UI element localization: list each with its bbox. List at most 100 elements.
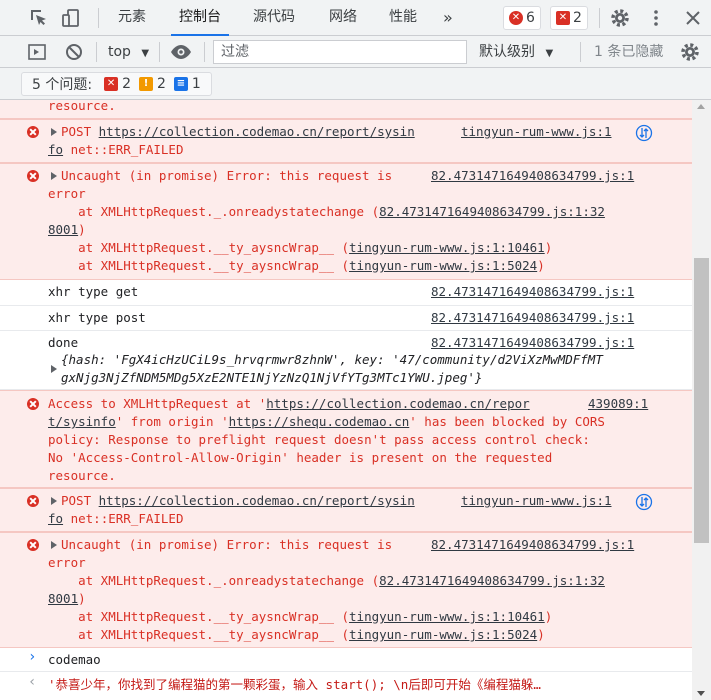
message-text: No 'Access-Control-Allow-Origin' header … — [48, 450, 553, 465]
dropdown-arrow-icon: ▼ — [545, 48, 554, 59]
stack-frame: at XMLHttpRequest.__ty_aysncWrap__ (ting… — [48, 240, 553, 255]
network-request-icon[interactable] — [635, 493, 653, 511]
scroll-down-arrow-icon[interactable] — [697, 691, 705, 696]
issue-count-badge[interactable]: ✕ 2 — [550, 6, 588, 30]
stack-frame-link[interactable]: tingyun-rum-www.js:1:5024 — [349, 258, 537, 273]
issues-error-count: 2 — [122, 76, 131, 92]
message-text: xhr type post — [48, 310, 146, 325]
console-scrollbar[interactable] — [692, 100, 711, 700]
message-text: policy: Response to preflight request do… — [48, 432, 590, 447]
message-text: fo net::ERR_FAILED — [48, 511, 184, 526]
request-url-link[interactable]: t/sysinfo — [48, 414, 116, 429]
console-error-message: Uncaught (in promise) Error: this reques… — [0, 163, 692, 280]
inspect-element-icon[interactable] — [28, 7, 50, 29]
tab-network[interactable]: 网络 — [329, 0, 357, 35]
console-error-message: POST https://collection.codemao.cn/repor… — [0, 488, 692, 532]
stack-frame-link[interactable]: tingyun-rum-www.js:1:10461 — [349, 240, 545, 255]
console-error-message: Access to XMLHttpRequest at 'https://col… — [0, 390, 692, 488]
tabbar-divider — [599, 8, 600, 28]
error-circle-icon: ✕ — [509, 11, 523, 25]
request-url-link[interactable]: https://collection.codemao.cn/report/sys… — [99, 124, 415, 139]
message-text: xhr type get — [48, 284, 139, 299]
expand-triangle-icon[interactable] — [51, 497, 57, 505]
sidebar-toggle-icon[interactable] — [26, 41, 48, 63]
source-link[interactable]: 82.4731471649408634799.js:1 — [431, 334, 634, 352]
source-link[interactable]: 82.4731471649408634799.js:1 — [431, 309, 634, 327]
tab-performance[interactable]: 性能 — [389, 0, 417, 35]
request-url-link[interactable]: fo — [48, 511, 63, 526]
scroll-up-arrow-icon[interactable] — [697, 104, 705, 109]
expand-triangle-icon[interactable] — [51, 172, 57, 180]
source-link[interactable]: 82.4731471649408634799.js:1 — [431, 283, 634, 301]
tab-sources[interactable]: 源代码 — [253, 0, 295, 35]
stack-frame: 8001) — [48, 591, 86, 606]
stack-frame-link[interactable]: tingyun-rum-www.js:1:10461 — [349, 609, 545, 624]
settings-gear-icon[interactable] — [609, 7, 631, 29]
expand-triangle-icon[interactable] — [51, 365, 57, 373]
dropdown-arrow-icon: ▼ — [141, 48, 150, 59]
message-text: Uncaught (in promise) Error: this reques… — [61, 537, 393, 552]
tab-elements[interactable]: 元素 — [118, 0, 146, 35]
issue-info-icon: ≡ — [173, 77, 188, 91]
console-error-message: resource. — [0, 100, 692, 119]
message-text: POST https://collection.codemao.cn/repor… — [61, 493, 415, 508]
context-selector[interactable]: top ▼ — [108, 42, 149, 62]
source-link[interactable]: tingyun-rum-www.js:1 — [461, 123, 612, 141]
stack-frame-link[interactable]: 82.4731471649408634799.js:1:32 — [379, 573, 605, 588]
request-url-link[interactable]: fo — [48, 142, 63, 157]
stack-frame-link[interactable]: tingyun-rum-www.js:1:5024 — [349, 627, 537, 642]
device-toolbar-icon[interactable] — [60, 7, 82, 29]
prompt-chevron-icon: › — [28, 649, 37, 665]
hidden-count: 1 条已隐藏 — [594, 44, 664, 60]
message-text: fo net::ERR_FAILED — [48, 142, 184, 157]
source-link[interactable]: 82.4731471649408634799.js:1 — [431, 167, 634, 185]
more-options-icon[interactable] — [645, 7, 667, 29]
stack-frame: 8001) — [48, 222, 86, 237]
issues-button[interactable]: 5 个问题: ✕ 2 ! 2 ≡ 1 — [21, 72, 212, 96]
issues-bar: 5 个问题: ✕ 2 ! 2 ≡ 1 — [0, 68, 711, 100]
message-text: t/sysinfo' from origin 'https://shequ.co… — [48, 414, 605, 429]
issues-label: 5 个问题: — [32, 77, 93, 93]
more-tabs-button[interactable]: » — [443, 0, 453, 35]
origin-link[interactable]: https://shequ.codemao.cn — [229, 414, 410, 429]
issues-warning-count: 2 — [157, 76, 166, 92]
console-toolbar: top ▼ 默认级别 ▼ 1 条已隐藏 — [0, 36, 711, 68]
stack-frame-link[interactable]: 8001 — [48, 222, 78, 237]
devtools-tabbar: 元素 控制台 源代码 网络 性能 » ✕ 6 ✕ 2 — [0, 0, 711, 36]
issue-error-icon: ✕ — [104, 77, 119, 91]
object-preview[interactable]: {hash: 'FgX4icHzUCiL9s_hrvqrmwr8zhnW', k… — [61, 351, 603, 369]
tab-console[interactable]: 控制台 — [171, 0, 229, 36]
stack-frame-link[interactable]: 82.4731471649408634799.js:1:32 — [379, 204, 605, 219]
error-count-badge[interactable]: ✕ 6 — [503, 6, 541, 30]
result-chevron-icon: ‹ — [28, 674, 37, 690]
log-level-selector[interactable]: 默认级别 ▼ — [479, 42, 553, 62]
scrollbar-thumb[interactable] — [694, 258, 709, 543]
console-messages: resource. POST https://collection.codema… — [0, 100, 692, 700]
console-settings-gear-icon[interactable] — [679, 41, 701, 63]
clear-console-icon[interactable] — [63, 41, 85, 63]
stack-frame-link[interactable]: 8001 — [48, 591, 78, 606]
close-icon[interactable] — [682, 7, 704, 29]
network-request-icon[interactable] — [635, 124, 653, 142]
message-text: done — [48, 335, 79, 350]
console-error-message: POST https://collection.codemao.cn/repor… — [0, 119, 692, 163]
request-url-link[interactable]: https://collection.codemao.cn/report/sys… — [99, 493, 415, 508]
live-expression-eye-icon[interactable] — [170, 41, 192, 63]
log-level-value: 默认级别 — [479, 44, 535, 60]
source-link[interactable]: tingyun-rum-www.js:1 — [461, 492, 612, 510]
source-link[interactable]: 439089:1 — [588, 395, 648, 413]
message-text: POST https://collection.codemao.cn/repor… — [61, 124, 415, 139]
request-url-link[interactable]: https://collection.codemao.cn/repor — [266, 396, 529, 411]
filter-input[interactable] — [213, 40, 467, 64]
object-preview[interactable]: gxNjg3NjZfNDM5MDg5XzE2NTE1NjYzNzQ1NjVfYT… — [61, 369, 482, 387]
source-link[interactable]: 82.4731471649408634799.js:1 — [431, 536, 634, 554]
expand-triangle-icon[interactable] — [51, 541, 57, 549]
error-icon — [27, 539, 39, 551]
result-string: '恭喜少年，你找到了编程猫的第一颗彩蛋，输入 start(); \n后即可开始《… — [48, 677, 541, 692]
issue-warning-icon: ! — [139, 77, 153, 91]
toolbar-divider — [204, 42, 205, 62]
console-result: ‹ '恭喜少年，你找到了编程猫的第一颗彩蛋，输入 start(); \n后即可开… — [0, 672, 692, 700]
expand-triangle-icon[interactable] — [51, 128, 57, 136]
console-log-message: xhr type get 82.4731471649408634799.js:1 — [0, 280, 692, 306]
error-icon — [27, 398, 39, 410]
